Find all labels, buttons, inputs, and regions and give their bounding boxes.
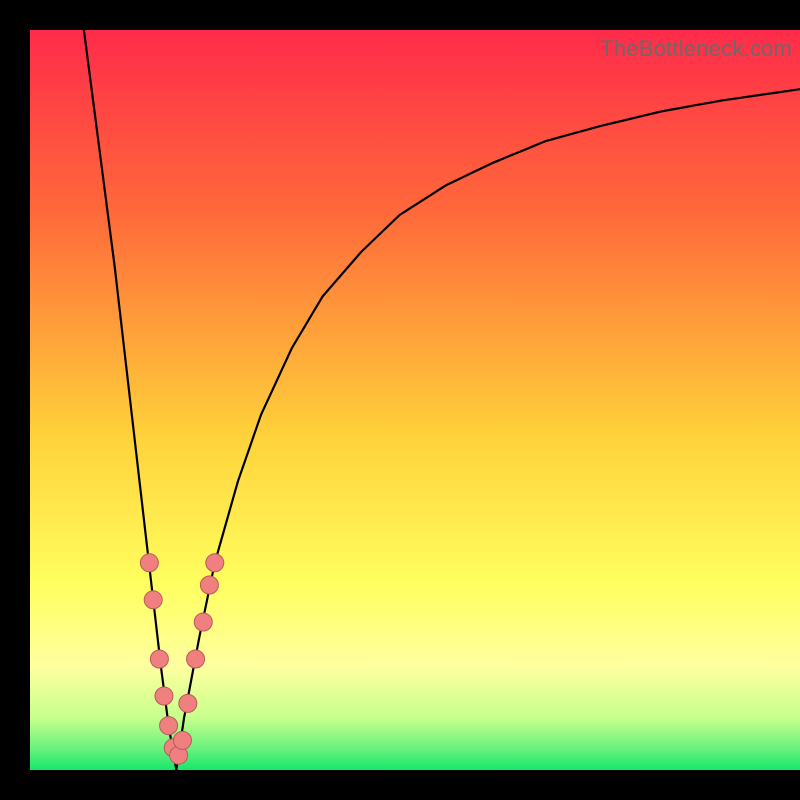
data-marker	[194, 613, 212, 631]
series-right-branch	[176, 89, 800, 770]
data-marker	[160, 717, 178, 735]
data-marker	[140, 554, 158, 572]
data-marker	[173, 731, 191, 749]
data-marker	[187, 650, 205, 668]
curve-right	[176, 89, 800, 770]
chart-svg	[30, 30, 800, 770]
data-marker	[206, 554, 224, 572]
chart-frame: TheBottleneck.com	[0, 0, 800, 800]
data-marker	[200, 576, 218, 594]
plot-area: TheBottleneck.com	[30, 30, 800, 770]
data-marker	[150, 650, 168, 668]
marker-layer	[140, 554, 223, 764]
data-marker	[144, 591, 162, 609]
data-marker	[179, 694, 197, 712]
data-marker	[155, 687, 173, 705]
